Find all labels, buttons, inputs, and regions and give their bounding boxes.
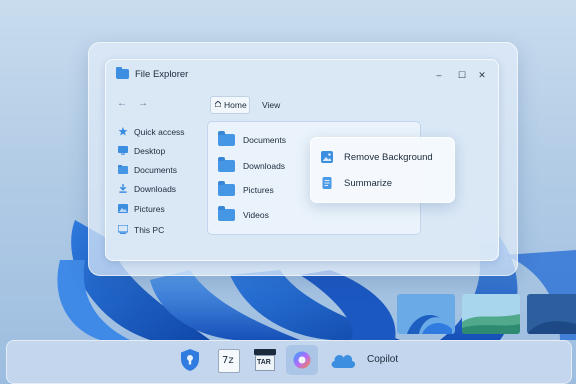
7zip-label: 7z: [222, 355, 234, 366]
forward-button[interactable]: →: [138, 98, 148, 109]
file-item-label: Pictures: [243, 185, 274, 195]
shield-lock-icon[interactable]: [177, 347, 203, 373]
sidebar-item-desktop[interactable]: Desktop: [118, 143, 208, 159]
cloud-icon[interactable]: [329, 349, 357, 371]
close-button[interactable]: ✕: [475, 68, 489, 82]
thumbnail-landscape[interactable]: [462, 294, 520, 334]
home-icon: [215, 101, 221, 107]
menu-item-summarize[interactable]: Summarize: [321, 173, 446, 193]
7zip-icon[interactable]: 7z: [218, 349, 240, 373]
pictures-icon: [118, 204, 128, 213]
folder-icon: [218, 181, 235, 196]
menu-item-remove-background[interactable]: Remove Background: [321, 147, 446, 167]
copilot-label[interactable]: Copilot: [367, 354, 398, 365]
tab-home-label: Home: [224, 100, 247, 110]
star-icon: [118, 127, 128, 136]
folder-icon: [218, 206, 235, 221]
sidebar-item-label: This PC: [134, 225, 165, 235]
sidebar-item-documents[interactable]: Documents: [118, 162, 208, 178]
file-item-label: Videos: [243, 210, 269, 220]
context-menu: Remove Background Summarize: [310, 137, 455, 203]
sidebar-item-label: Desktop: [134, 146, 166, 156]
download-icon: [119, 184, 127, 193]
window-title: File Explorer: [135, 69, 189, 80]
sidebar-item-pictures[interactable]: Pictures: [118, 201, 208, 217]
thumbnail-partial[interactable]: [527, 294, 576, 334]
documents-icon: [118, 165, 128, 174]
copilot-icon: [293, 351, 311, 369]
pc-icon: [118, 225, 128, 234]
sidebar-item-label: Documents: [134, 165, 177, 175]
menu-item-label: Summarize: [344, 178, 393, 189]
folder-icon: [218, 157, 235, 172]
maximize-button[interactable]: ☐: [455, 68, 469, 82]
desktop-icon: [118, 146, 128, 155]
sidebar-item-label: Downloads: [134, 184, 177, 194]
document-icon: [322, 177, 332, 189]
file-item-videos[interactable]: Videos: [218, 206, 408, 224]
tar-archive-icon[interactable]: TAR: [254, 349, 276, 371]
tar-label: TAR: [257, 359, 271, 366]
image-icon: [321, 151, 333, 163]
minimize-button[interactable]: –: [432, 68, 446, 82]
sidebar-item-label: Pictures: [134, 204, 165, 214]
sidebar-item-label: Quick access: [134, 127, 185, 137]
title-bar[interactable]: File Explorer – ☐ ✕: [106, 60, 498, 90]
tab-view[interactable]: View: [262, 100, 280, 110]
sidebar-item-quick-access[interactable]: Quick access: [118, 124, 208, 140]
file-item-label: Documents: [243, 135, 286, 145]
copilot-button[interactable]: [286, 345, 318, 375]
file-item-label: Downloads: [243, 161, 286, 171]
back-button[interactable]: ←: [117, 98, 127, 109]
sidebar-item-downloads[interactable]: Downloads: [118, 181, 208, 197]
menu-item-label: Remove Background: [344, 152, 433, 163]
tab-home[interactable]: Home: [210, 96, 250, 114]
sidebar-item-this-pc[interactable]: This PC: [118, 222, 208, 238]
folder-app-icon: [116, 67, 129, 79]
thumbnail-bloom[interactable]: [397, 294, 455, 334]
folder-icon: [218, 131, 235, 146]
